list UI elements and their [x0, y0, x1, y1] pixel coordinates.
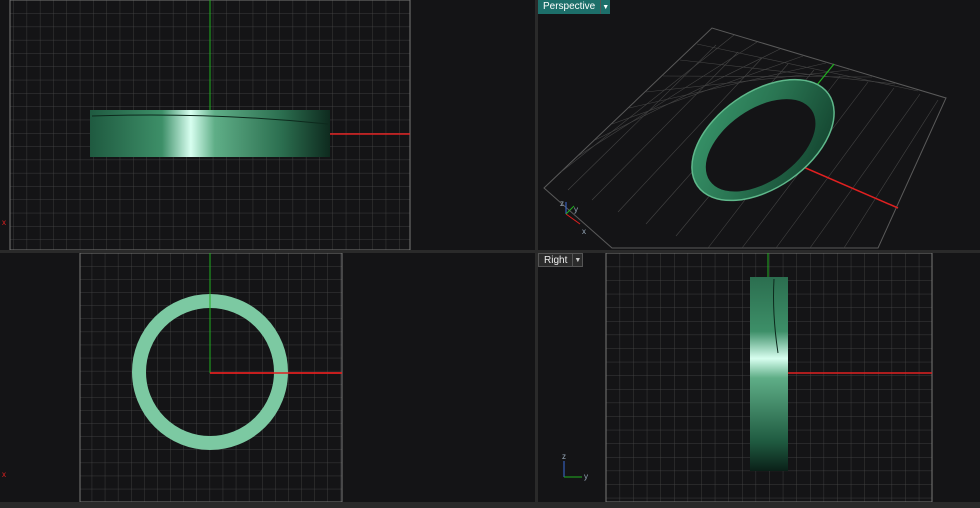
right-view-canvas: z y [562, 253, 933, 502]
viewport-perspective[interactable]: Perspective ▼ z y x [538, 0, 980, 250]
viewport-right[interactable]: Right ▼ z y [538, 253, 980, 502]
perspective-tab[interactable]: Perspective ▼ [538, 0, 611, 14]
viewport-title: Right [538, 253, 574, 267]
chevron-down-icon[interactable]: ▼ [573, 253, 584, 267]
axis-label-x: x [582, 227, 586, 236]
axis-label-y: y [584, 472, 588, 481]
axis-label-z: z [562, 452, 566, 461]
axis-label-y: y [574, 205, 578, 214]
viewport-title: Perspective [538, 0, 601, 14]
axis-label-x: x [2, 470, 6, 479]
top-view-canvas: x [2, 0, 411, 250]
viewport-front[interactable]: x [0, 253, 535, 502]
axis-label-z: z [560, 199, 564, 208]
viewport-top[interactable]: x [0, 0, 535, 250]
ring-side[interactable] [90, 110, 330, 157]
ring-3d[interactable] [670, 55, 856, 225]
grid [80, 253, 342, 502]
status-bar [0, 502, 980, 508]
axis-label-x: x [2, 218, 6, 227]
ring-side[interactable] [750, 277, 788, 471]
perspective-view-canvas: z y x [543, 27, 947, 249]
right-tab[interactable]: Right ▼ [538, 253, 584, 267]
front-view-canvas: x [2, 253, 343, 502]
chevron-down-icon[interactable]: ▼ [600, 0, 611, 14]
